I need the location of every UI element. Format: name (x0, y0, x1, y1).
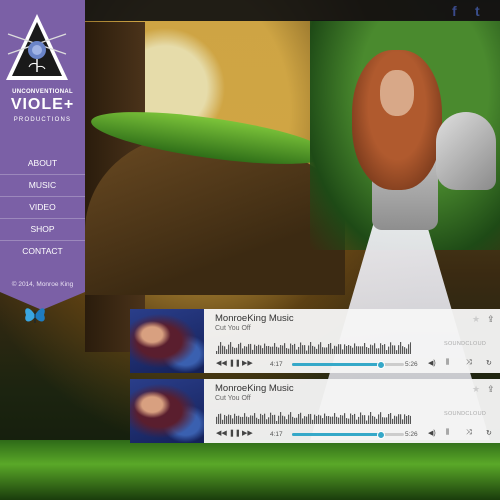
equalizer-icon[interactable]: ⫼ (446, 429, 449, 437)
soundcloud-player: MonroeKing Music Cut You Off ★ ⇪ SOUNDCL… (130, 379, 500, 443)
nav-item-shop[interactable]: SHOP (0, 218, 85, 240)
twitter-icon[interactable]: t (475, 3, 480, 19)
top-bar (85, 0, 500, 21)
waveform[interactable] (216, 412, 411, 424)
progress-track[interactable] (292, 361, 404, 369)
nav-item-about[interactable]: ABOUT (0, 153, 85, 174)
share-icon[interactable]: ⇪ (487, 384, 495, 395)
elapsed-time: 4:17 (270, 431, 283, 438)
shuffle-icon[interactable]: ⤨ (466, 429, 472, 437)
soundcloud-logo[interactable]: SOUNDCLOUD (444, 341, 486, 347)
soundcloud-logo[interactable]: SOUNDCLOUD (444, 411, 486, 417)
progress-knob[interactable] (377, 431, 386, 439)
volume-icon[interactable]: ◀) (428, 429, 436, 437)
progress-track[interactable] (292, 431, 404, 439)
pause-icon[interactable]: ❚❚ (229, 429, 241, 437)
progress-fill (292, 433, 381, 436)
like-icon[interactable]: ★ (472, 384, 480, 395)
track-artwork[interactable] (130, 309, 204, 373)
figure-armor (436, 112, 496, 190)
nav-item-contact[interactable]: CONTACT (0, 240, 85, 262)
track-artist[interactable]: MonroeKing Music (215, 313, 294, 324)
next-icon[interactable]: ▶▶ (242, 359, 253, 367)
player-panel: MonroeKing Music Cut You Off ★ ⇪ SOUNDCL… (204, 309, 500, 373)
repeat-icon[interactable]: ↻ (486, 359, 492, 367)
main-nav: ABOUT MUSIC VIDEO SHOP CONTACT (0, 153, 85, 262)
repeat-icon[interactable]: ↻ (486, 429, 492, 437)
rose-triangle-logo[interactable] (4, 12, 70, 84)
waveform[interactable] (216, 342, 411, 354)
like-icon[interactable]: ★ (472, 314, 480, 325)
brand-line-3: PRODUCTIONS (13, 117, 72, 123)
copyright: © 2014, Monroe King (11, 281, 74, 288)
previous-icon[interactable]: ◀◀ (216, 359, 227, 367)
track-artist[interactable]: MonroeKing Music (215, 383, 294, 394)
volume-icon[interactable]: ◀) (428, 359, 436, 367)
soundcloud-player: MonroeKing Music Cut You Off ★ ⇪ SOUNDCL… (130, 309, 500, 373)
grass-foreground (0, 440, 500, 500)
shuffle-icon[interactable]: ⤨ (466, 359, 472, 367)
progress-fill (292, 363, 381, 366)
elapsed-time: 4:17 (270, 361, 283, 368)
nav-item-video[interactable]: VIDEO (0, 196, 85, 218)
facebook-icon[interactable]: f (452, 3, 457, 19)
next-icon[interactable]: ▶▶ (242, 429, 253, 437)
pause-icon[interactable]: ❚❚ (229, 359, 241, 367)
butterfly-icon (25, 308, 45, 323)
nav-item-music[interactable]: MUSIC (0, 174, 85, 196)
previous-icon[interactable]: ◀◀ (216, 429, 227, 437)
track-title[interactable]: Cut You Off (215, 395, 251, 402)
share-icon[interactable]: ⇪ (487, 314, 495, 325)
brand-line-2: VIOLE+ (10, 96, 75, 113)
equalizer-icon[interactable]: ⫼ (446, 359, 449, 367)
duration-time: 5:26 (405, 361, 418, 368)
figure-face (380, 70, 414, 116)
sidebar: UNCONVENTIONAL VIOLE+ PRODUCTIONS ABOUT … (0, 0, 85, 310)
progress-knob[interactable] (377, 361, 386, 369)
duration-time: 5:26 (405, 431, 418, 438)
brand-line-1: UNCONVENTIONAL (12, 89, 73, 95)
player-panel: MonroeKing Music Cut You Off ★ ⇪ SOUNDCL… (204, 379, 500, 443)
track-title[interactable]: Cut You Off (215, 325, 251, 332)
track-artwork[interactable] (130, 379, 204, 443)
